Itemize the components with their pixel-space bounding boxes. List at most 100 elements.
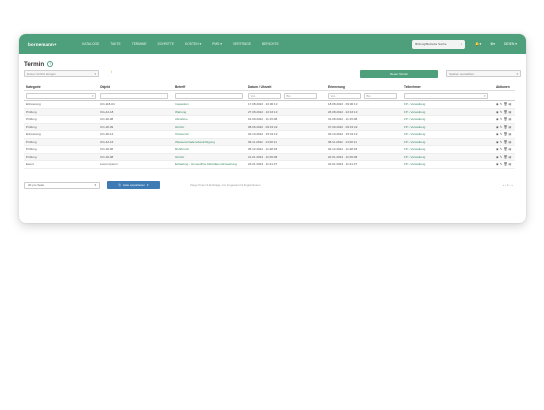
- nav-item-kataloge[interactable]: KATALOGE: [82, 42, 99, 46]
- edit-icon[interactable]: ✎: [500, 110, 503, 114]
- cell-teilnehmer[interactable]: FP • Verwaltung: [404, 162, 496, 166]
- view-icon[interactable]: ◉: [496, 102, 499, 106]
- delete-icon[interactable]: 🗑: [503, 102, 507, 106]
- view-icon[interactable]: ◉: [496, 155, 499, 159]
- view-icon[interactable]: ◉: [496, 117, 499, 121]
- edit-icon[interactable]: ✎: [500, 117, 503, 121]
- nav-item-pms[interactable]: PMS ▾: [212, 42, 222, 46]
- calendar-icon[interactable]: ▤: [509, 125, 512, 129]
- cell-teilnehmer[interactable]: FP • Verwaltung: [404, 117, 496, 121]
- header-objekt[interactable]: Objekt: [100, 85, 175, 89]
- cell-betreff-link[interactable]: Ortstermin: [175, 132, 248, 136]
- datum-to-filter[interactable]: Bis: [284, 92, 317, 99]
- table-row[interactable]: Event Lorem Ipsum Einladung - Homeoffice A…: [24, 161, 515, 169]
- filter-select[interactable]: Ersten Schritt fertigen ▾: [24, 70, 99, 77]
- page-size-select[interactable]: 20 pro Seite ▾: [24, 181, 100, 189]
- cell-teilnehmer[interactable]: FP • Verwaltung: [404, 132, 496, 136]
- erinnerung-to-filter[interactable]: Bis: [364, 92, 397, 99]
- calendar-icon[interactable]: ▤: [509, 147, 512, 151]
- badge-icon[interactable]: i: [111, 69, 112, 74]
- nav-item-schritte[interactable]: SCHRITTE: [158, 42, 175, 46]
- nav-item-vertraege[interactable]: VERTRÄGE: [233, 42, 251, 46]
- cell-teilnehmer[interactable]: FP • Verwaltung: [404, 110, 496, 114]
- edit-icon[interactable]: ✎: [500, 140, 503, 144]
- brand-logo[interactable]: bornemann+: [28, 42, 82, 47]
- header-betreff[interactable]: Betreff: [175, 85, 248, 89]
- delete-icon[interactable]: 🗑: [503, 147, 507, 151]
- bell-icon[interactable]: 🔔▾: [475, 42, 481, 46]
- delete-icon[interactable]: 🗑: [503, 110, 507, 114]
- nav-item-kosten[interactable]: KOSTEN ▾: [185, 42, 201, 46]
- cell-betreff-link[interactable]: HU/AU: [175, 125, 248, 129]
- language-switcher[interactable]: DE/EN ▾: [504, 42, 517, 46]
- cell-betreff-link[interactable]: Inspektion: [175, 102, 248, 106]
- edit-icon[interactable]: ✎: [500, 155, 503, 159]
- table-row[interactable]: Prüfung CO-18-08 Abnahme 01.09.2022 · 11:15…: [24, 116, 515, 124]
- calendar-icon[interactable]: ▤: [509, 132, 512, 136]
- header-teilnehmer[interactable]: Teilnehmer: [404, 85, 496, 89]
- datum-from-filter[interactable]: Von: [248, 92, 281, 99]
- table-row[interactable]: Prüfung OG-42-16 Wasserschadensbesichtigun…: [24, 138, 515, 146]
- table-row[interactable]: Prüfung OG-42-18 Wartung 27.08.2022 · 10:16…: [24, 108, 515, 116]
- header-erinnerung[interactable]: Erinnerung: [328, 85, 404, 89]
- calendar-icon[interactable]: ▤: [509, 110, 512, 114]
- objekt-filter[interactable]: [100, 92, 168, 99]
- teilnehmer-filter[interactable]: ▾: [404, 92, 488, 99]
- betreff-filter[interactable]: [175, 92, 243, 99]
- table-row[interactable]: Prüfung CO-18-09 HU/AU 08.09.2022 · 09:15:2…: [24, 123, 515, 131]
- delete-icon[interactable]: 🗑: [503, 155, 507, 159]
- calendar-icon[interactable]: ▤: [509, 102, 512, 106]
- table-row[interactable]: Prüfung CO-18-08 HU/AU 21.01.2023 · 11:09:0…: [24, 153, 515, 161]
- nav-item-berichte[interactable]: BERICHTE: [262, 42, 279, 46]
- edit-icon[interactable]: ✎: [500, 147, 503, 151]
- cell-betreff-link[interactable]: Einladung - Homeoffice Aktivitäten Einwe…: [175, 162, 248, 166]
- nav-item-takte[interactable]: TAKTE: [110, 42, 120, 46]
- edit-icon[interactable]: ✎: [500, 125, 503, 129]
- nav-item-termine[interactable]: TERMINE: [132, 42, 147, 46]
- cell-teilnehmer[interactable]: FP • Verwaltung: [404, 102, 496, 106]
- cell-teilnehmer[interactable]: FP • Verwaltung: [404, 125, 496, 129]
- edit-icon[interactable]: ✎: [500, 132, 503, 136]
- table-row[interactable]: Prüfung CO-18-06 Rohrbruch 05.12.2022 · 11:…: [24, 146, 515, 154]
- cell-betreff-link[interactable]: Rohrbruch: [175, 147, 248, 151]
- cell-betreff-link[interactable]: Wasserschadensbesichtigung: [175, 140, 248, 144]
- cell-teilnehmer[interactable]: FP • Verwaltung: [404, 140, 496, 144]
- delete-icon[interactable]: 🗑: [503, 125, 507, 129]
- view-icon[interactable]: ◉: [496, 147, 499, 151]
- edit-icon[interactable]: ✎: [500, 102, 503, 106]
- header-kategorie[interactable]: Kategorie: [24, 85, 100, 89]
- table-row[interactable]: Erinnerung CO-18-14 Ortstermin 04.10.2022 ·…: [24, 131, 515, 139]
- delete-icon[interactable]: 🗑: [503, 162, 507, 166]
- kategorie-filter[interactable]: ▾: [26, 92, 96, 99]
- view-icon[interactable]: ◉: [496, 140, 499, 144]
- view-icon[interactable]: ◉: [496, 110, 499, 114]
- delete-icon[interactable]: 🗑: [503, 117, 507, 121]
- cell-teilnehmer[interactable]: FP • Verwaltung: [404, 155, 496, 159]
- view-icon[interactable]: ◉: [496, 162, 499, 166]
- cell-teilnehmer[interactable]: FP • Verwaltung: [404, 147, 496, 151]
- header-datum[interactable]: Datum / Uhrzeit: [248, 85, 328, 89]
- table-row[interactable]: Erinnerung CO-118-04 Inspektion 17.08.2022 …: [24, 101, 515, 109]
- cell-betreff-link[interactable]: Abnahme: [175, 117, 248, 121]
- new-appointment-button[interactable]: Neuer Termin: [360, 70, 438, 78]
- cell-erinnerung: 03.10.2022 · 15:31:13: [328, 132, 358, 137]
- delete-icon[interactable]: 🗑: [503, 132, 507, 136]
- cell-betreff-link[interactable]: HU/AU: [175, 155, 248, 159]
- calendar-icon[interactable]: ▤: [509, 117, 512, 121]
- calendar-icon[interactable]: ▤: [509, 162, 512, 166]
- pagination[interactable]: « ‹ 1 › »: [503, 183, 515, 187]
- columns-select[interactable]: Spalten auswählen ▾: [446, 70, 521, 77]
- global-search-input[interactable]: Bitzung/Betriebs Suche ⌕: [412, 39, 466, 49]
- delete-icon[interactable]: 🗑: [503, 140, 507, 144]
- info-icon[interactable]: ?: [47, 61, 54, 67]
- edit-icon[interactable]: ✎: [500, 162, 503, 166]
- view-icon[interactable]: ◉: [496, 132, 499, 136]
- calendar-icon[interactable]: ▤: [509, 140, 512, 144]
- export-list-button[interactable]: ⎘ Liste exportieren ▾: [107, 181, 160, 189]
- calendar-icon[interactable]: ▤: [509, 155, 512, 159]
- gear-icon[interactable]: ⚙▾: [490, 42, 495, 46]
- cell-erinnerung: 07.09.2022 · 09:15:22: [328, 124, 358, 129]
- erinnerung-from-filter[interactable]: Von: [328, 92, 361, 99]
- view-icon[interactable]: ◉: [496, 125, 499, 129]
- cell-betreff-link[interactable]: Wartung: [175, 110, 248, 114]
